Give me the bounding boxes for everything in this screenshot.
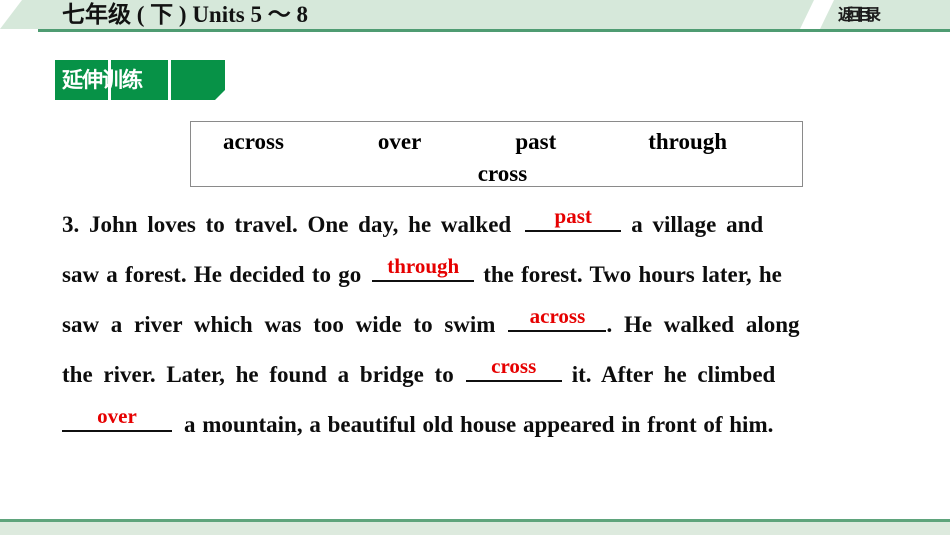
badge-separator-2 bbox=[168, 60, 171, 100]
answer-blank-4[interactable]: cross bbox=[465, 354, 562, 382]
answer-blank-3[interactable]: across bbox=[508, 304, 607, 332]
word-bank-item: over bbox=[377, 129, 422, 154]
passage-text: a mountain, a beautiful old house appear… bbox=[184, 412, 774, 437]
page-header: 七年级 ( 下 ) Units 5 ～ 8 返回目录 bbox=[0, 0, 950, 33]
word-bank-item: through bbox=[648, 129, 728, 154]
word-bank-row-2: cross bbox=[191, 159, 804, 189]
page-title: 七年级 ( 下 ) Units 5 ～ 8 bbox=[62, 2, 308, 27]
passage-line: saw a river which was too wide to swim ac… bbox=[62, 300, 898, 350]
return-to-contents-button[interactable]: 返回目录 bbox=[838, 3, 881, 27]
word-bank-row-1: across over past through bbox=[223, 127, 727, 157]
passage-text: a village and bbox=[631, 212, 764, 237]
section-badge-label: 延伸训练 bbox=[62, 68, 143, 92]
page-footer bbox=[0, 519, 950, 535]
section-badge: 延伸训练 bbox=[55, 60, 225, 100]
header-rule bbox=[38, 29, 950, 32]
word-bank-item: across bbox=[223, 129, 284, 154]
passage-line: over a mountain, a beautiful old house ap… bbox=[62, 400, 898, 450]
passage-text: . He walked along bbox=[606, 312, 800, 337]
answer-blank-5[interactable]: over bbox=[62, 404, 172, 432]
passage-text: saw a river which was too wide to swim bbox=[62, 312, 496, 337]
answer-text: past bbox=[554, 204, 592, 228]
answer-blank-1[interactable]: past bbox=[525, 204, 622, 232]
passage-text: saw a forest. He decided to go bbox=[62, 262, 362, 287]
word-bank-box: across over past through cross bbox=[190, 121, 803, 187]
passage-text: 3. John loves to travel. One day, he wal… bbox=[62, 212, 512, 237]
answer-text: across bbox=[529, 304, 586, 328]
word-bank-item: past bbox=[515, 129, 557, 154]
passage-text: it. After he climbed bbox=[571, 362, 776, 387]
answer-text: over bbox=[97, 404, 137, 428]
passage-text: the forest. Two hours later, he bbox=[483, 262, 782, 287]
passage-line: 3. John loves to travel. One day, he wal… bbox=[62, 200, 898, 250]
answer-text: cross bbox=[491, 354, 537, 378]
answer-blank-2[interactable]: through bbox=[372, 254, 475, 282]
passage-line: the river. Later, he found a bridge to cr… bbox=[62, 350, 898, 400]
passage-line: saw a forest. He decided to go through the… bbox=[62, 250, 898, 300]
passage-text: the river. Later, he found a bridge to bbox=[62, 362, 454, 387]
answer-text: through bbox=[387, 254, 460, 278]
word-bank-item: cross bbox=[477, 161, 528, 186]
passage-body: 3. John loves to travel. One day, he wal… bbox=[62, 200, 898, 450]
